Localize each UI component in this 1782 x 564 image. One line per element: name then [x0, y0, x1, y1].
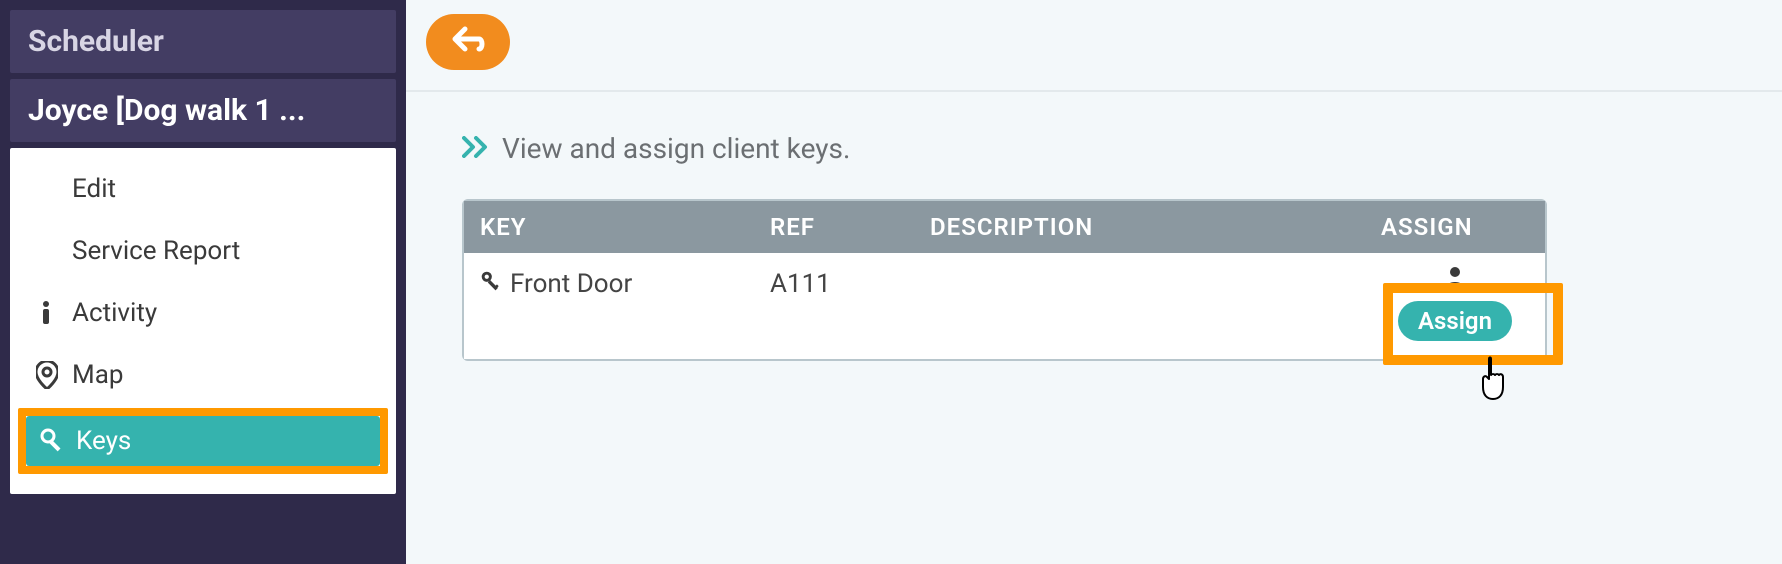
content-area: View and assign client keys. KEY REF DES…: [406, 92, 1782, 361]
col-header-key: KEY: [464, 201, 754, 253]
cell-ref: A111: [754, 253, 914, 359]
col-header-ref: REF: [754, 201, 914, 253]
keys-table: KEY REF DESCRIPTION ASSIGN Front Door A1…: [462, 199, 1547, 361]
back-arrow-icon: [451, 25, 485, 59]
sidebar-title-scheduler-label: Scheduler: [28, 24, 164, 59]
assign-button[interactable]: Assign: [1398, 301, 1512, 341]
page-subtitle: View and assign client keys.: [462, 132, 1782, 165]
key-icon: [40, 428, 76, 454]
table-header-row: KEY REF DESCRIPTION ASSIGN: [464, 201, 1545, 253]
back-button[interactable]: [426, 14, 510, 70]
sidebar-item-keys[interactable]: Keys: [26, 416, 380, 466]
cursor-hand-icon: [1475, 355, 1515, 408]
sidebar-item-label: Edit: [72, 174, 116, 204]
sidebar-title-client[interactable]: Joyce [Dog walk 1 ...: [10, 79, 396, 142]
page-subtitle-text: View and assign client keys.: [502, 132, 850, 165]
sidebar-title-scheduler[interactable]: Scheduler: [10, 10, 396, 73]
sidebar-item-label: Map: [72, 360, 123, 390]
sidebar-item-label: Keys: [76, 426, 131, 456]
table-row: Front Door A111 Assign: [464, 253, 1545, 359]
col-header-desc: DESCRIPTION: [914, 201, 1365, 253]
sidebar-item-map[interactable]: Map: [18, 346, 388, 404]
main-content: View and assign client keys. KEY REF DES…: [406, 0, 1782, 564]
cell-key-text: Front Door: [510, 269, 632, 299]
map-pin-icon: [36, 361, 72, 389]
highlight-keys: Keys: [18, 408, 388, 474]
sidebar: Scheduler Joyce [Dog walk 1 ... Edit Ser…: [0, 0, 406, 564]
sidebar-item-label: Activity: [72, 298, 157, 328]
person-icon: [1444, 265, 1466, 295]
toolbar: [406, 0, 1782, 92]
info-icon: [36, 300, 72, 326]
assign-button-label: Assign: [1418, 307, 1492, 335]
sidebar-item-edit[interactable]: Edit: [18, 160, 388, 218]
key-icon: [480, 269, 502, 299]
sidebar-item-service-report[interactable]: Service Report: [18, 222, 388, 280]
cell-key: Front Door: [464, 253, 754, 359]
cell-desc: [914, 253, 1365, 359]
sidebar-menu: Edit Service Report Activity Map Keys: [10, 148, 396, 494]
cell-assign: Assign: [1365, 253, 1545, 359]
sidebar-title-client-label: Joyce [Dog walk 1 ...: [28, 93, 305, 128]
sidebar-item-label: Service Report: [72, 236, 240, 266]
chevrons-icon: [462, 132, 490, 165]
sidebar-item-activity[interactable]: Activity: [18, 284, 388, 342]
col-header-assign: ASSIGN: [1365, 201, 1545, 253]
